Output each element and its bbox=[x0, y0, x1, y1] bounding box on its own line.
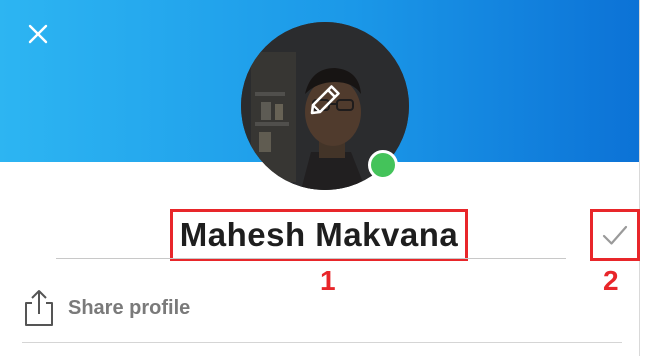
presence-status-dot bbox=[368, 150, 398, 180]
share-profile-label: Share profile bbox=[68, 296, 191, 319]
confirm-button[interactable] bbox=[590, 209, 640, 261]
share-profile-button[interactable]: Share profile bbox=[22, 286, 190, 330]
share-icon bbox=[22, 288, 56, 328]
name-field-underline bbox=[56, 258, 566, 259]
profile-edit-page: Mahesh Makvana 1 2 Share profile bbox=[0, 0, 650, 356]
avatar-container bbox=[241, 22, 411, 192]
checkmark-icon bbox=[602, 225, 628, 245]
display-name-field[interactable]: Mahesh Makvana bbox=[170, 209, 468, 261]
callout-number-2: 2 bbox=[603, 265, 619, 296]
close-icon bbox=[28, 24, 48, 44]
callout-number-1: 1 bbox=[320, 265, 336, 296]
bottom-divider bbox=[22, 342, 622, 343]
display-name-text: Mahesh Makvana bbox=[179, 216, 459, 253]
pencil-icon[interactable] bbox=[305, 80, 345, 120]
close-button[interactable] bbox=[22, 18, 54, 50]
window-edge bbox=[639, 0, 650, 356]
